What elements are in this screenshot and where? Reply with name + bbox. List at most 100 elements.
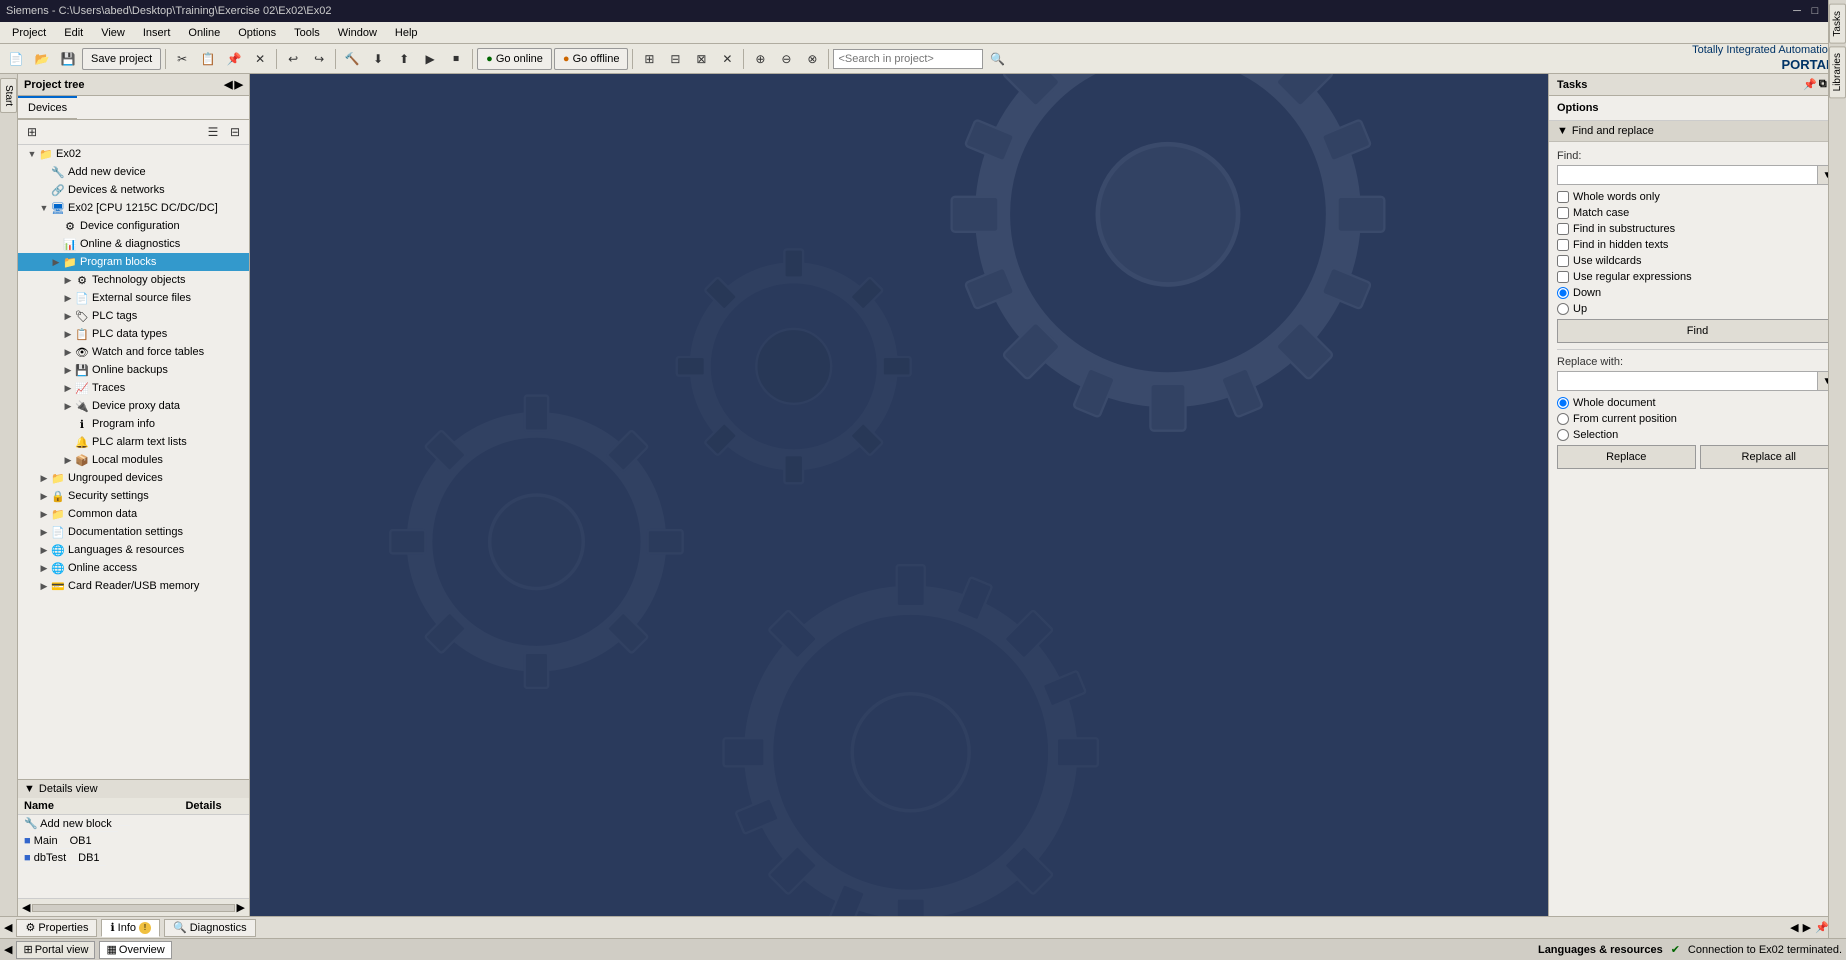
whole-words-checkbox[interactable] <box>1557 191 1569 203</box>
go-online-btn[interactable]: ● Go online <box>477 48 552 70</box>
x-btn[interactable]: ✕ <box>715 47 739 71</box>
menu-tools[interactable]: Tools <box>286 25 328 41</box>
project-tree-controls[interactable]: ◀ ▶ <box>224 78 243 91</box>
expand-ex02-cpu[interactable]: ▼ <box>38 202 50 214</box>
down-radio[interactable] <box>1557 287 1569 299</box>
expand-doc-settings[interactable]: ▶ <box>38 526 50 538</box>
tree-item-program-blocks[interactable]: ▶ 📁 Program blocks <box>18 253 249 271</box>
expand-plc-data[interactable]: ▶ <box>62 328 74 340</box>
save-btn[interactable]: 💾 <box>56 47 80 71</box>
tasks-side-tab[interactable]: Tasks <box>1829 4 1846 44</box>
net-btn[interactable]: ⊟ <box>663 47 687 71</box>
tree-item-ext-source[interactable]: ▶ 📄 External source files <box>18 289 249 307</box>
status-nav-btn-1[interactable]: ◀ <box>1790 921 1798 934</box>
portal-view-btn[interactable]: ⊞ Portal view <box>16 941 95 959</box>
tree-view-btn[interactable]: ☰ <box>203 122 223 142</box>
tree-item-online-backup[interactable]: ▶ 💾 Online backups <box>18 361 249 379</box>
menu-view[interactable]: View <box>93 25 133 41</box>
menu-insert[interactable]: Insert <box>135 25 179 41</box>
root-expand[interactable]: ▼ <box>26 148 38 160</box>
btn8[interactable]: ⊖ <box>774 47 798 71</box>
find-substructures-checkbox[interactable] <box>1557 223 1569 235</box>
tree-item-plc-alarm[interactable]: 🔔 PLC alarm text lists <box>18 433 249 451</box>
menu-options[interactable]: Options <box>230 25 284 41</box>
tree-item-languages[interactable]: ▶ 🌐 Languages & resources <box>18 541 249 559</box>
replace-button[interactable]: Replace <box>1557 445 1696 469</box>
detail-row-0[interactable]: 🔧 Add new block <box>18 815 179 833</box>
btn9[interactable]: ⊗ <box>800 47 824 71</box>
tree-item-device-proxy[interactable]: ▶ 🔌 Device proxy data <box>18 397 249 415</box>
btn7[interactable]: ⊕ <box>748 47 772 71</box>
tree-item-traces[interactable]: ▶ 📈 Traces <box>18 379 249 397</box>
tree-item-doc-settings[interactable]: ▶ 📄 Documentation settings <box>18 523 249 541</box>
cut-btn[interactable]: ✂ <box>170 47 194 71</box>
tree-item-program-info[interactable]: ℹ Program info <box>18 415 249 433</box>
undo-btn[interactable]: ↩ <box>281 47 305 71</box>
tree-item-online-access[interactable]: ▶ 🌐 Online access <box>18 559 249 577</box>
upload-btn[interactable]: ⬆ <box>392 47 416 71</box>
overview-btn[interactable]: ▦ Overview <box>99 941 171 959</box>
expand-ungrouped[interactable]: ▶ <box>38 472 50 484</box>
search-input[interactable] <box>833 49 983 69</box>
tree-item-security[interactable]: ▶ 🔒 Security settings <box>18 487 249 505</box>
menu-help[interactable]: Help <box>387 25 426 41</box>
tree-item-online-diag[interactable]: 📊 Online & diagnostics <box>18 235 249 253</box>
status-unpin-btn[interactable]: 📌 <box>1815 921 1829 934</box>
find-input[interactable] <box>1557 165 1818 185</box>
expand-local-modules[interactable]: ▶ <box>62 454 74 466</box>
start-tab[interactable]: Start <box>0 78 17 113</box>
tree-item-ex02-cpu[interactable]: ▼ 🖥 Ex02 [CPU 1215C DC/DC/DC] <box>18 199 249 217</box>
search-btn[interactable]: 🔍 <box>985 47 1009 71</box>
tree-item-common-data[interactable]: ▶ 📁 Common data <box>18 505 249 523</box>
go-offline-btn[interactable]: ● Go offline <box>554 48 629 70</box>
tree-item-ungrouped[interactable]: ▶ 📁 Ungrouped devices <box>18 469 249 487</box>
tree-collapse-btn[interactable]: ◀ <box>224 78 232 91</box>
copy-btn[interactable]: 📋 <box>196 47 220 71</box>
match-case-checkbox[interactable] <box>1557 207 1569 219</box>
compile-btn[interactable]: 🔨 <box>340 47 364 71</box>
properties-tab[interactable]: ⚙ Properties <box>16 919 97 937</box>
status-nav-btn-2[interactable]: ▶ <box>1803 921 1811 934</box>
info-tab[interactable]: ℹ Info ! <box>101 919 160 937</box>
up-radio[interactable] <box>1557 303 1569 315</box>
tree-item-local-modules[interactable]: ▶ 📦 Local modules <box>18 451 249 469</box>
diagnostics-tab[interactable]: 🔍 Diagnostics <box>164 919 256 937</box>
expand-device-proxy[interactable]: ▶ <box>62 400 74 412</box>
expand-common-data[interactable]: ▶ <box>38 508 50 520</box>
find-button[interactable]: Find <box>1557 319 1838 343</box>
find-hidden-checkbox[interactable] <box>1557 239 1569 251</box>
tree-content[interactable]: ▼ 📁 Ex02 🔧 Add new device 🔗 Devices & ne… <box>18 145 249 779</box>
menu-online[interactable]: Online <box>180 25 228 41</box>
expand-online-backup[interactable]: ▶ <box>62 364 74 376</box>
new-btn[interactable]: 📄 <box>4 47 28 71</box>
tree-expand-btn[interactable]: ▶ <box>235 78 243 91</box>
scroll-left-btn[interactable]: ◀ <box>22 901 30 914</box>
from-current-radio[interactable] <box>1557 413 1569 425</box>
save-project-btn[interactable]: Save project <box>82 48 161 70</box>
expand-ext-source[interactable]: ▶ <box>62 292 74 304</box>
expand-plc-tags[interactable]: ▶ <box>62 310 74 322</box>
replace-all-button[interactable]: Replace all <box>1700 445 1839 469</box>
tree-item-tech-objects[interactable]: ▶ ⚙ Technology objects <box>18 271 249 289</box>
start-sim-btn[interactable]: ▶ <box>418 47 442 71</box>
tree-sort-btn[interactable]: ⊟ <box>225 122 245 142</box>
portal-arrow[interactable]: ◀ <box>4 943 12 956</box>
use-regex-checkbox[interactable] <box>1557 271 1569 283</box>
detail-row-2[interactable]: ■ dbTest DB1 <box>18 850 179 867</box>
status-left-arrow[interactable]: ◀ <box>4 921 12 934</box>
detail-row-1[interactable]: ■ Main OB1 <box>18 833 179 850</box>
tree-item-watch-force[interactable]: ▶ 👁 Watch and force tables <box>18 343 249 361</box>
details-header[interactable]: ▼ Details view <box>18 780 249 798</box>
expand-card-reader[interactable]: ▶ <box>38 580 50 592</box>
replace-input[interactable] <box>1557 371 1818 391</box>
selection-radio[interactable] <box>1557 429 1569 441</box>
simatic-btn[interactable]: ⊞ <box>637 47 661 71</box>
expand-watch-force[interactable]: ▶ <box>62 346 74 358</box>
stop-sim-btn[interactable]: ⏹ <box>444 47 468 71</box>
expand-tech-objects[interactable]: ▶ <box>62 274 74 286</box>
delete-btn[interactable]: ✕ <box>248 47 272 71</box>
open-btn[interactable]: 📂 <box>30 47 54 71</box>
expand-languages[interactable]: ▶ <box>38 544 50 556</box>
libraries-side-tab[interactable]: Libraries <box>1829 46 1846 98</box>
maximize-btn[interactable]: □ <box>1808 4 1822 18</box>
